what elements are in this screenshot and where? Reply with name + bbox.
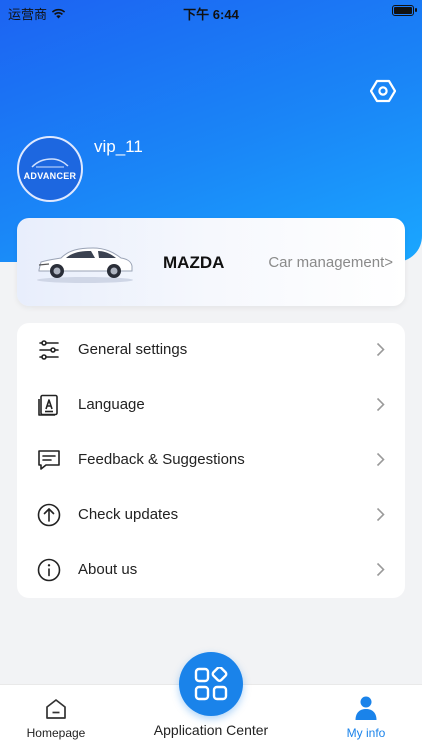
home-icon	[46, 699, 66, 719]
status-time: 下午 6:44	[183, 7, 239, 22]
settings-menu: General settings Language Feedback & Sug…	[17, 323, 405, 598]
menu-label: Check updates	[78, 506, 179, 523]
application-center-button[interactable]	[179, 652, 243, 716]
settings-hexagon-icon[interactable]	[370, 78, 396, 104]
chevron-right-icon	[376, 562, 385, 577]
menu-item-check-updates[interactable]: Check updates	[17, 488, 405, 543]
menu-label: Language	[78, 396, 145, 413]
chevron-right-icon	[376, 342, 385, 357]
menu-label: Feedback & Suggestions	[78, 451, 245, 468]
tab-my-info[interactable]: My info	[328, 685, 404, 750]
chevron-right-icon	[376, 452, 385, 467]
application-center-label: Application Center	[153, 722, 269, 738]
chevron-right-icon	[376, 397, 385, 412]
sliders-icon	[39, 340, 59, 360]
avatar[interactable]: ADVANCER	[17, 136, 83, 202]
language-icon	[38, 394, 58, 416]
username: vip_11	[94, 137, 143, 156]
tab-homepage[interactable]: Homepage	[16, 685, 96, 750]
car-management-link[interactable]: Car management>	[268, 254, 393, 271]
menu-item-general-settings[interactable]: General settings	[17, 323, 405, 378]
avatar-text: ADVANCER	[23, 171, 77, 181]
car-logo-icon	[31, 158, 69, 168]
menu-item-language[interactable]: Language	[17, 378, 405, 433]
upload-icon	[37, 503, 61, 527]
battery-icon	[392, 5, 417, 16]
info-icon	[37, 558, 61, 582]
chevron-right-icon	[376, 507, 385, 522]
status-bar: 运营商 下午 6:44	[0, 0, 422, 24]
apps-grid-icon	[194, 667, 228, 701]
feedback-icon	[38, 450, 60, 470]
user-icon	[355, 696, 377, 720]
car-card[interactable]: MAZDA Car management>	[17, 218, 405, 306]
car-image	[37, 247, 133, 283]
menu-item-about-us[interactable]: About us	[17, 543, 405, 598]
menu-label: General settings	[78, 341, 188, 358]
menu-label: About us	[78, 561, 138, 578]
car-brand: MAZDA	[163, 253, 225, 272]
menu-item-feedback[interactable]: Feedback & Suggestions	[17, 433, 405, 488]
